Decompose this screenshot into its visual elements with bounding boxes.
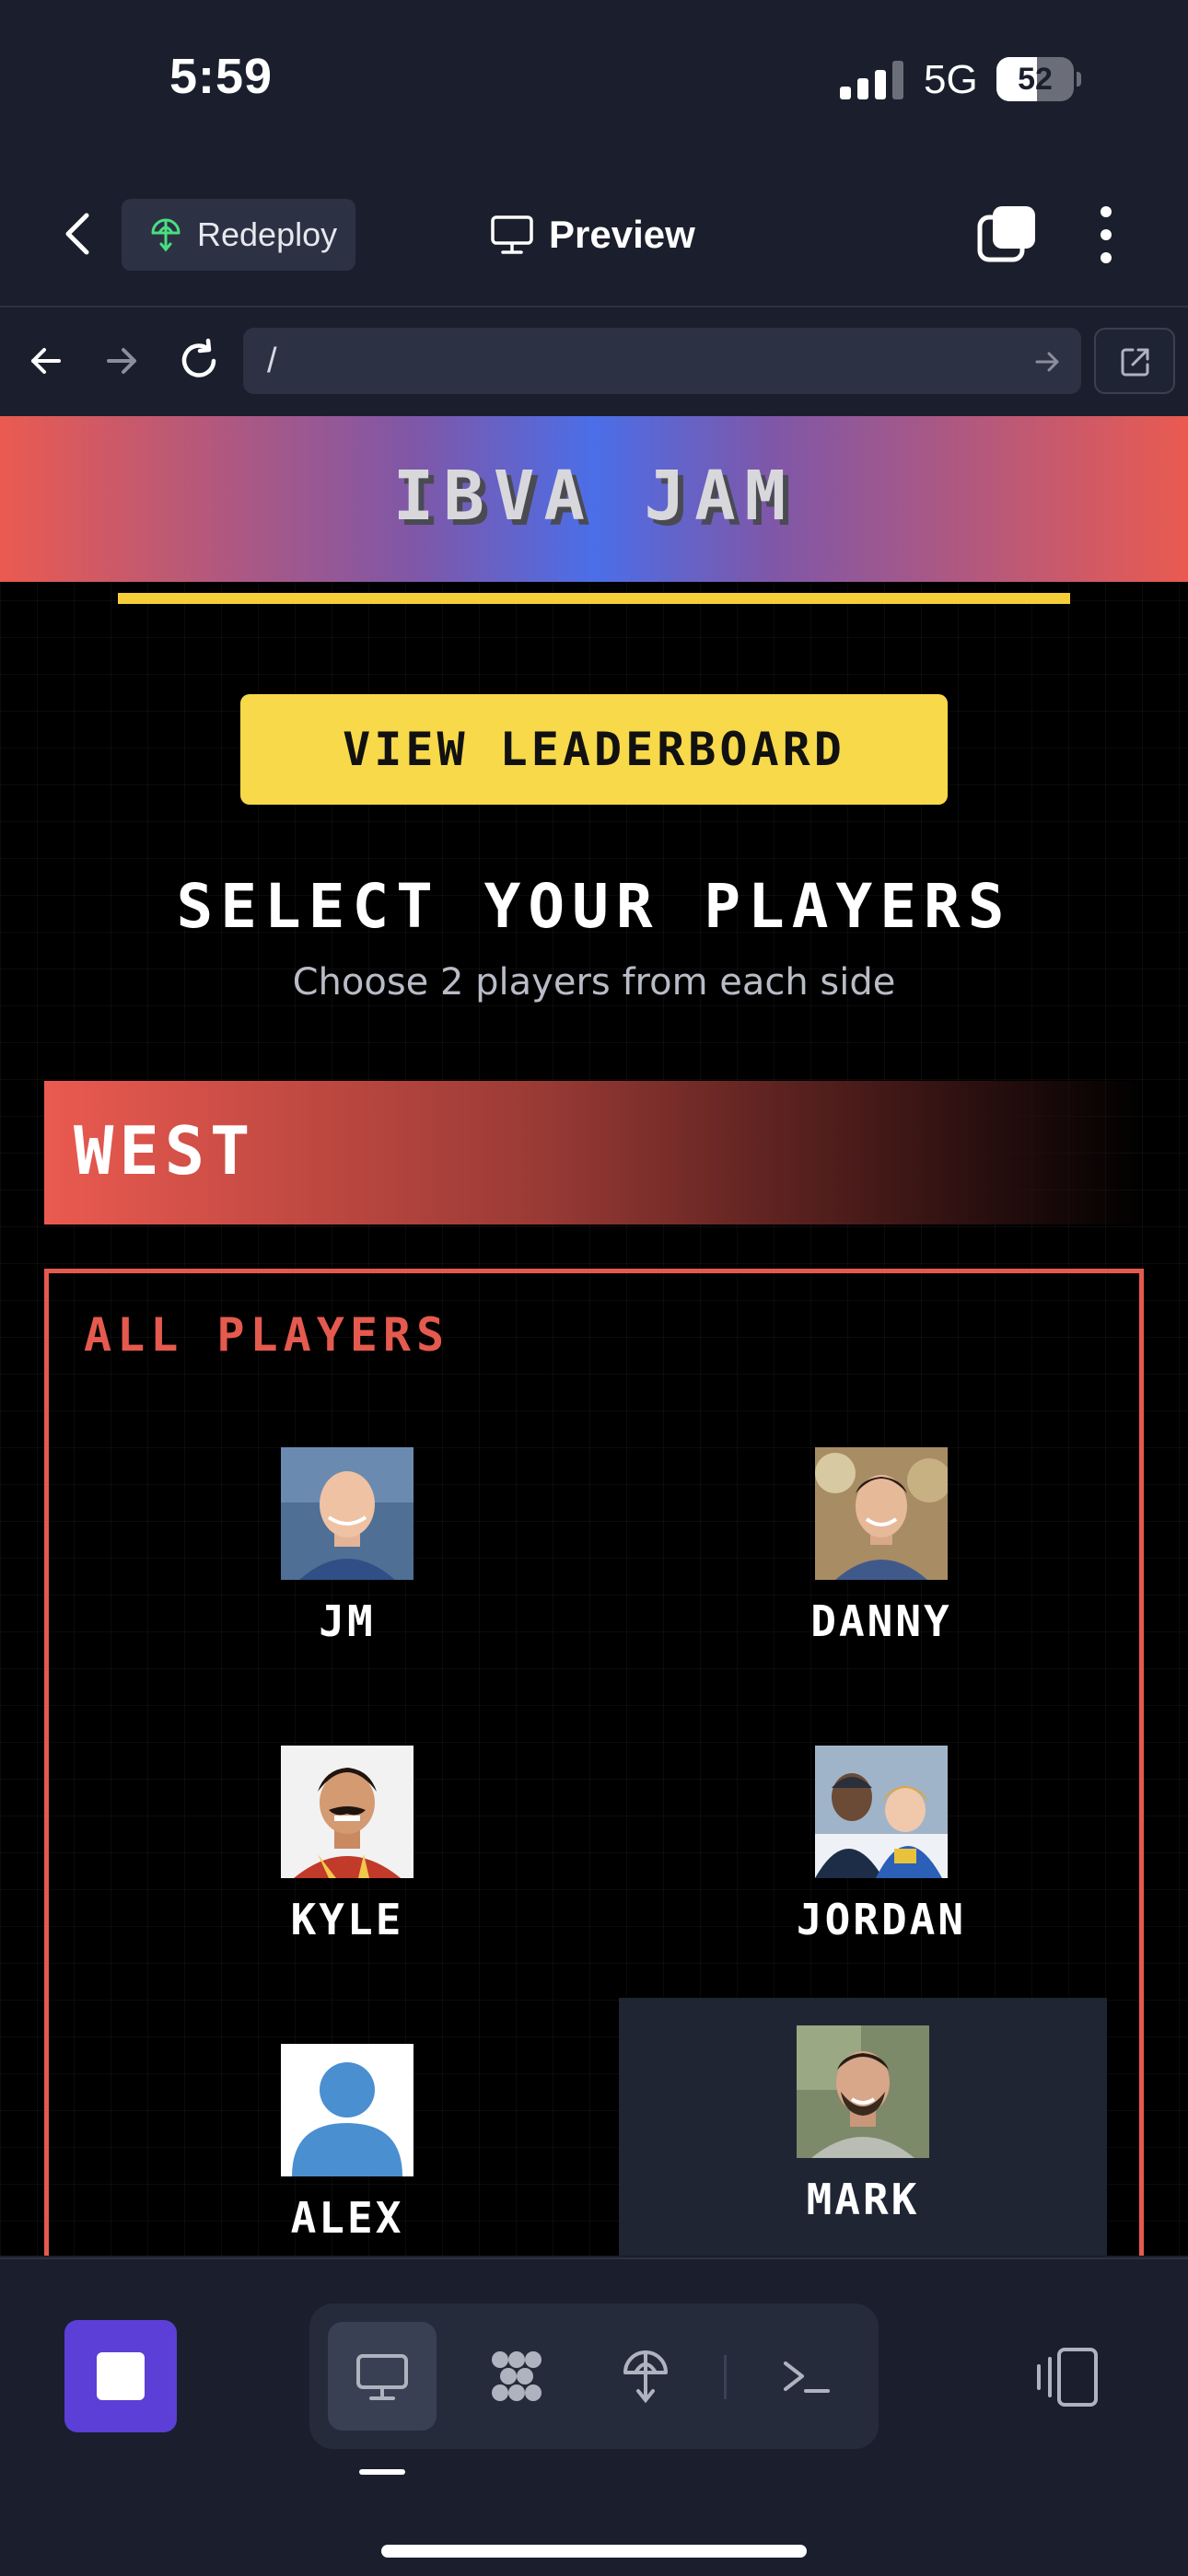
redeploy-label: Redeploy [197, 215, 338, 253]
web-viewport: IBVA JAM VIEW LEADERBOARD SELECT YOUR PL… [0, 416, 1188, 2256]
team-name: WEST [74, 1112, 256, 1189]
player-card-jordan[interactable]: JORDAN [637, 1718, 1125, 1978]
preview-tab[interactable]: Preview [490, 203, 695, 267]
open-external-button[interactable] [1094, 328, 1175, 394]
monitor-icon [491, 215, 533, 254]
more-vertical-icon[interactable] [1092, 203, 1120, 267]
player-name: KYLE [290, 1895, 404, 1944]
home-indicator [381, 2545, 807, 2558]
team-banner: WEST [44, 1081, 1144, 1224]
status-time: 5:59 [169, 49, 274, 104]
redeploy-button[interactable]: Redeploy [122, 199, 355, 271]
stop-icon [97, 2352, 145, 2400]
player-name: JM [319, 1596, 376, 1646]
devices-icon[interactable] [1031, 2342, 1101, 2412]
terminal-tool-button[interactable] [751, 2322, 860, 2431]
deploy-tool-button[interactable] [591, 2322, 700, 2431]
toolbar-divider [724, 2355, 727, 2399]
player-photo [815, 1447, 948, 1580]
status-bar: 5:59 5G 52 [0, 0, 1188, 162]
default-avatar-icon [281, 2044, 413, 2176]
player-photo [281, 1447, 413, 1580]
tool-group [309, 2303, 879, 2449]
player-name: DANNY [810, 1596, 952, 1646]
player-name: ALEX [290, 2193, 404, 2243]
player-name: JORDAN [796, 1895, 967, 1944]
reload-icon[interactable] [175, 337, 223, 385]
stop-button[interactable] [64, 2320, 177, 2432]
chevron-left-icon[interactable] [52, 206, 103, 261]
signal-icon [840, 61, 903, 99]
player-card-jm[interactable]: JM [103, 1420, 591, 1679]
monitor-icon [356, 2354, 408, 2400]
deploy-icon [151, 218, 181, 252]
site-header: IBVA JAM [0, 416, 1188, 582]
title-underline [118, 593, 1070, 604]
url-field[interactable]: / [243, 328, 1081, 394]
bottom-toolbar [0, 2257, 1188, 2576]
player-card-danny[interactable]: DANNY [637, 1420, 1125, 1679]
preview-label: Preview [549, 213, 695, 256]
player-photo [815, 1746, 948, 1878]
arrow-left-icon[interactable] [26, 341, 66, 381]
agent-tool-button[interactable] [462, 2322, 571, 2431]
deploy-icon [623, 2350, 668, 2404]
player-photo [281, 2044, 413, 2176]
player-card-kyle[interactable]: KYLE [103, 1718, 591, 1978]
app-bar: Redeploy Preview [0, 162, 1188, 307]
player-photo [281, 1746, 413, 1878]
page-title: SELECT YOUR PLAYERS [176, 871, 1012, 942]
player-name: MARK [806, 2175, 920, 2224]
arrow-right-icon[interactable] [1033, 348, 1061, 376]
page-subtitle: Choose 2 players from each side [292, 961, 896, 1004]
preview-tool-button[interactable] [328, 2322, 437, 2431]
leaderboard-label: VIEW LEADERBOARD [343, 723, 845, 776]
panel-heading: ALL PLAYERS [84, 1308, 450, 1362]
tabs-icon[interactable] [976, 203, 1039, 265]
active-tab-indicator [359, 2469, 405, 2475]
players-panel: ALL PLAYERS JM DANNY KYLE JORDAN ALEX MA… [44, 1269, 1144, 2256]
player-photo [797, 2025, 929, 2158]
terminal-icon [784, 2361, 830, 2393]
agent-icon [492, 2351, 542, 2401]
battery-icon: 52 [996, 57, 1081, 101]
battery-level: 52 [1018, 62, 1053, 97]
external-link-icon [1121, 348, 1149, 377]
player-card-mark[interactable]: MARK [619, 1998, 1107, 2256]
network-label: 5G [924, 57, 978, 102]
arrow-right-icon[interactable] [101, 341, 142, 381]
url-text: / [267, 342, 277, 380]
browser-bar: / [0, 307, 1188, 416]
view-leaderboard-button[interactable]: VIEW LEADERBOARD [240, 694, 948, 805]
site-title: IBVA JAM [392, 457, 796, 536]
player-card-alex[interactable]: ALEX [103, 2016, 591, 2256]
